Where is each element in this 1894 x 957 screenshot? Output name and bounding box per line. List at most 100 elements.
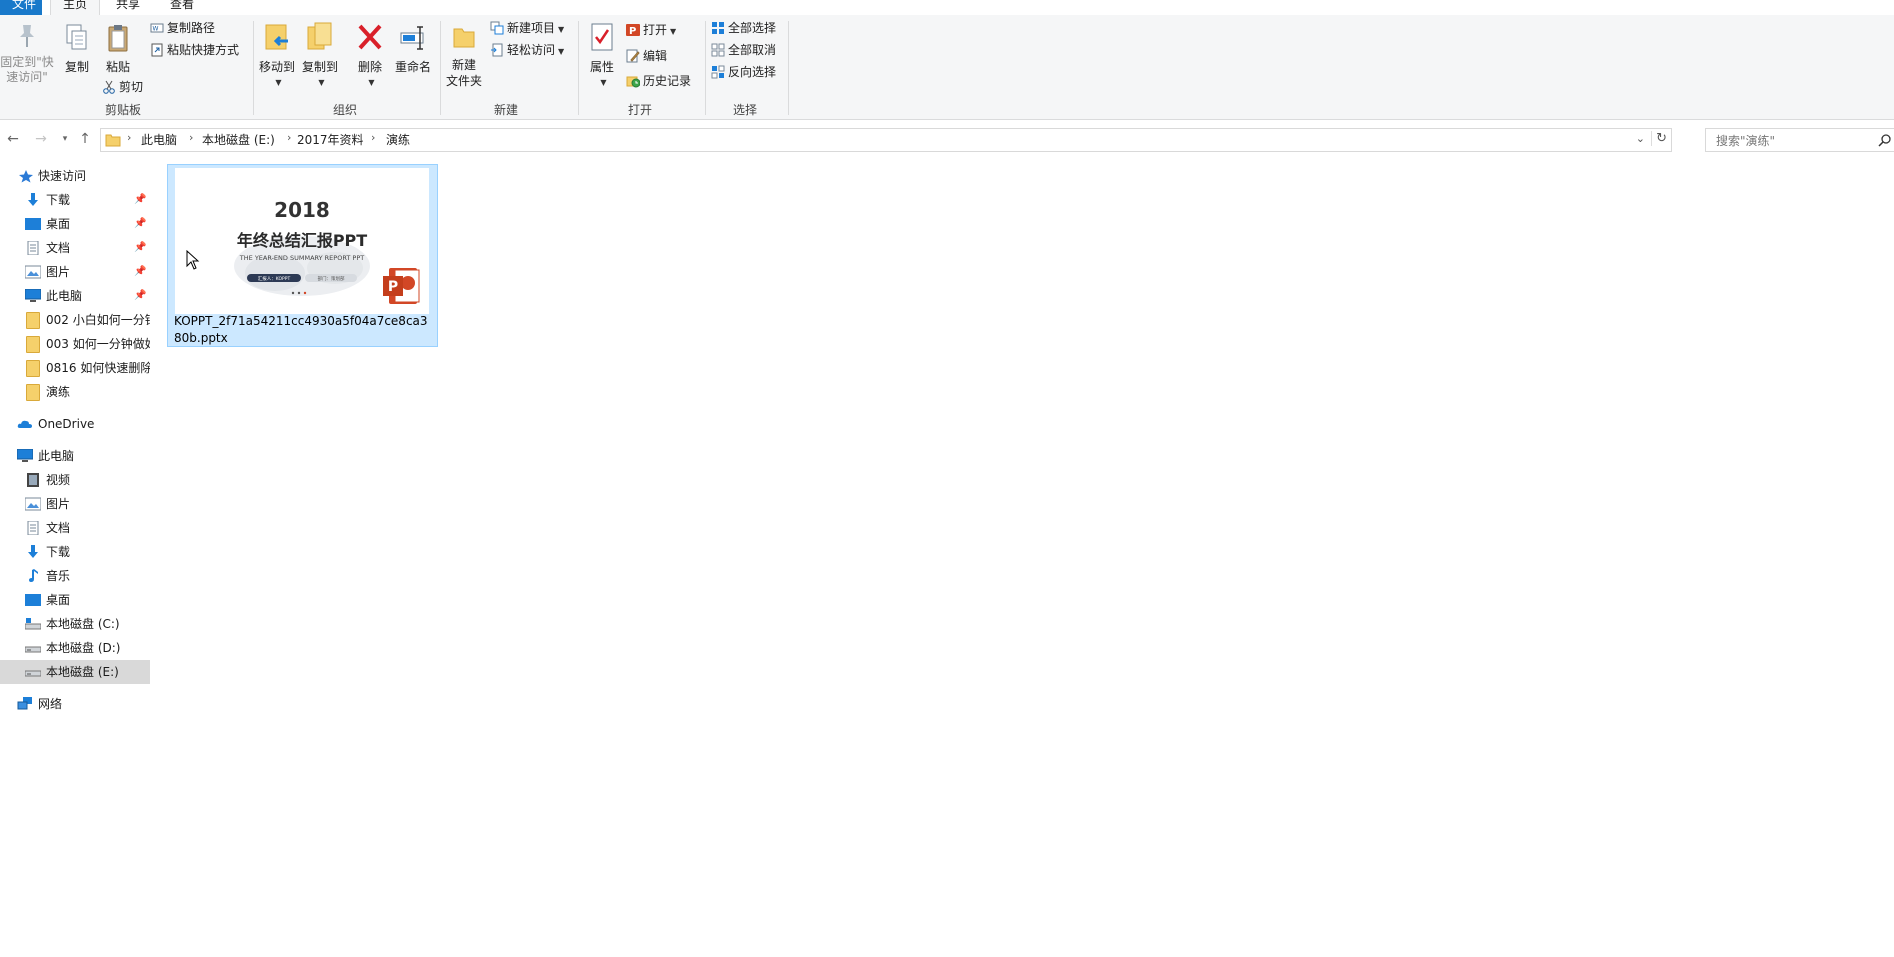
breadcrumb-2017-data[interactable]: 2017年资料	[297, 131, 364, 148]
back-arrow-icon[interactable]: ←	[4, 130, 22, 148]
file-tile-selected[interactable]: 2018 年终总结汇报PPT THE YEAR-END SUMMARY REPO…	[167, 164, 438, 347]
open-button[interactable]: P 打开 ▼	[626, 20, 676, 40]
easy-access-button[interactable]: 轻松访问 ▼	[490, 40, 564, 60]
nav-label: 视频	[46, 473, 71, 487]
delete-button[interactable]: 删除 ▼	[353, 21, 387, 91]
cut-button[interactable]: 剪切	[102, 77, 143, 97]
file-name[interactable]: KOPPT_2f71a54211cc4930a5f04a7ce8ca380b.p…	[174, 313, 432, 347]
nav-item-desktop[interactable]: 桌面 📌	[0, 212, 150, 236]
nav-item-videos[interactable]: 视频	[0, 468, 150, 492]
cut-label: 剪切	[119, 80, 144, 94]
nav-label: 图片	[46, 497, 71, 511]
thumb-right-pill: 部门：策划部	[318, 275, 345, 282]
recent-locations-chevron-icon[interactable]: ▾	[56, 130, 74, 148]
svg-text:部门：策划部: 部门：策划部	[318, 275, 345, 282]
nav-item-drive-e[interactable]: 本地磁盘 (E:)	[0, 660, 150, 684]
breadcrumb-drive-e[interactable]: 本地磁盘 (E:)	[202, 131, 275, 148]
paste-shortcut-icon	[151, 43, 163, 56]
nav-item-downloads[interactable]: 下载 📌	[0, 188, 150, 212]
nav-item-documents[interactable]: 文档 📌	[0, 236, 150, 260]
paste-shortcut-label: 粘贴快捷方式	[167, 43, 240, 57]
rename-button[interactable]: 重命名	[392, 21, 434, 75]
svg-text:年终总结汇报PPT: 年终总结汇报PPT	[237, 231, 367, 250]
organize-group-label: 组织	[332, 103, 357, 117]
properties-label: 属性	[589, 60, 614, 74]
copy-path-icon: W	[150, 23, 164, 32]
navigation-pane: 快速访问 下载 📌 桌面 📌 文档 📌 图片 📌 此电脑 📌 002 小白如何一…	[0, 164, 150, 957]
svg-text:2018: 2018	[274, 198, 330, 222]
nav-item-this-pc-pinned[interactable]: 此电脑 📌	[0, 284, 150, 308]
address-bar[interactable]: › 此电脑 › 本地磁盘 (E:) › 2017年资料 › 演练 ⌄ ↻	[100, 128, 1672, 152]
breadcrumb-current-folder[interactable]: 演练	[386, 131, 410, 148]
nav-item-desktop-pc[interactable]: 桌面	[0, 588, 150, 612]
properties-button[interactable]: 属性 ▼	[584, 21, 620, 91]
address-history-chevron-icon[interactable]: ⌄	[1636, 132, 1645, 145]
drive-icon	[25, 646, 41, 653]
nav-item-folder-drill[interactable]: 演练	[0, 380, 150, 404]
nav-label: 本地磁盘 (E:)	[46, 665, 119, 679]
tab-view[interactable]: 查看	[158, 0, 206, 15]
nav-label: 桌面	[46, 217, 71, 231]
paste-button[interactable]: 粘贴	[100, 23, 136, 75]
clipboard-group-label: 剪贴板	[104, 103, 141, 117]
forward-arrow-icon[interactable]: →	[32, 130, 50, 148]
new-folder-label: 新建 文件夹	[445, 58, 482, 88]
nav-item-folder-0816[interactable]: 0816 如何快速删除	[0, 356, 150, 380]
file-thumbnail: 2018 年终总结汇报PPT THE YEAR-END SUMMARY REPO…	[175, 168, 429, 314]
select-none-button[interactable]: 全部取消	[711, 40, 776, 60]
new-item-dropdown-icon: ▼	[558, 25, 565, 34]
select-all-button[interactable]: 全部选择	[711, 18, 776, 38]
nav-item-documents-pc[interactable]: 文档	[0, 516, 150, 540]
search-input[interactable]: 搜索"演练"	[1716, 132, 1775, 149]
breadcrumb-separator-icon: ›	[189, 131, 194, 144]
nav-label: 此电脑	[38, 449, 75, 463]
nav-label: OneDrive	[38, 417, 95, 431]
nav-label: 演练	[46, 385, 71, 399]
nav-network[interactable]: 网络	[0, 692, 150, 716]
nav-item-pictures[interactable]: 图片 📌	[0, 260, 150, 284]
nav-item-downloads-pc[interactable]: 下载	[0, 540, 150, 564]
edit-button[interactable]: 编辑	[626, 46, 667, 66]
search-box[interactable]: 搜索"演练"	[1705, 128, 1894, 152]
nav-item-pictures-pc[interactable]: 图片	[0, 492, 150, 516]
folder-icon	[26, 336, 40, 353]
copy-path-button[interactable]: W 复制路径	[150, 18, 215, 38]
pin-to-quick-access-button[interactable]: 固定到"快速访问"	[0, 23, 54, 85]
history-icon	[626, 76, 640, 87]
tab-file[interactable]: 文件	[0, 0, 42, 15]
tab-home[interactable]: 主页	[50, 0, 101, 15]
copy-to-label: 复制到	[301, 60, 338, 74]
open-label: 打开	[643, 23, 668, 37]
delete-dropdown-icon: ▼	[368, 78, 375, 87]
paste-shortcut-button[interactable]: 粘贴快捷方式	[150, 40, 239, 60]
nav-item-drive-c[interactable]: 本地磁盘 (C:)	[0, 612, 150, 636]
move-to-button[interactable]: 移动到 ▼	[257, 21, 297, 91]
nav-label: 下载	[46, 193, 71, 207]
new-folder-button[interactable]: 新建 文件夹	[444, 21, 484, 89]
tab-share[interactable]: 共享	[104, 0, 152, 15]
svg-text:汇报人：KOPPT: 汇报人：KOPPT	[258, 275, 291, 282]
nav-label: 文档	[46, 521, 71, 535]
nav-label: 本地磁盘 (D:)	[46, 641, 121, 655]
group-separator	[253, 21, 254, 115]
refresh-icon[interactable]: ↻	[1651, 131, 1667, 146]
nav-item-music[interactable]: 音乐	[0, 564, 150, 588]
invert-selection-button[interactable]: 反向选择	[711, 62, 776, 82]
nav-quick-access[interactable]: 快速访问	[0, 164, 150, 188]
up-arrow-icon[interactable]: ↑	[76, 130, 94, 148]
copy-to-button[interactable]: 复制到 ▼	[299, 21, 341, 91]
nav-item-drive-d[interactable]: 本地磁盘 (D:)	[0, 636, 150, 660]
nav-item-folder-003[interactable]: 003 如何一分钟做好	[0, 332, 150, 356]
rename-label: 重命名	[394, 60, 431, 74]
thumb-title: 年终总结汇报PPT	[237, 231, 367, 250]
nav-this-pc[interactable]: 此电脑	[0, 444, 150, 468]
nav-item-folder-002[interactable]: 002 小白如何一分钟	[0, 308, 150, 332]
select-none-icon	[711, 43, 725, 56]
new-item-button[interactable]: 新建项目 ▼	[490, 18, 564, 38]
breadcrumb-this-pc[interactable]: 此电脑	[141, 131, 177, 148]
history-button[interactable]: 历史记录	[626, 71, 691, 91]
copy-button[interactable]: 复制	[60, 23, 94, 75]
new-item-icon	[490, 21, 504, 34]
nav-onedrive[interactable]: OneDrive	[0, 412, 150, 436]
nav-label: 002 小白如何一分钟	[46, 313, 150, 327]
